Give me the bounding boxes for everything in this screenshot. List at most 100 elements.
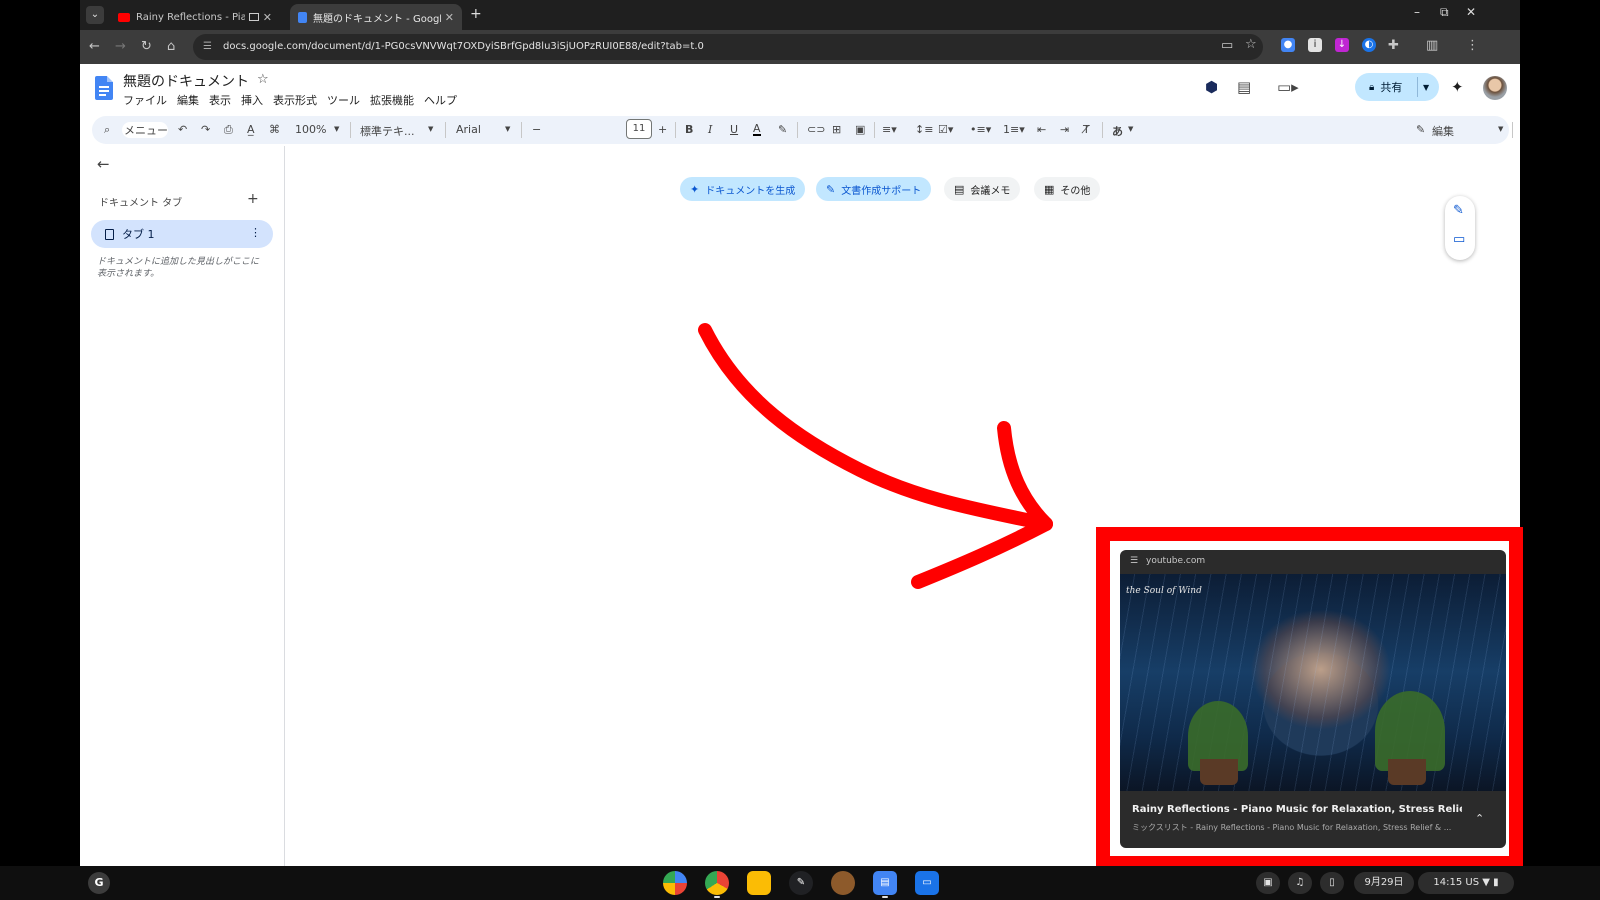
close-window-button[interactable]: ✕	[1466, 5, 1476, 19]
print-icon[interactable]: ⎙	[224, 123, 233, 137]
restore-button[interactable]: ⧉	[1440, 5, 1449, 20]
menu-help[interactable]: ヘルプ	[424, 92, 457, 108]
spellcheck-icon[interactable]: A̲	[247, 123, 255, 136]
highlight-icon[interactable]: ✎	[778, 123, 787, 136]
back-arrow-icon[interactable]: ←	[97, 155, 110, 173]
extension-translate-icon[interactable]: ◐	[1362, 38, 1376, 52]
clear-formatting-icon[interactable]: T̸	[1083, 123, 1090, 136]
date-pill[interactable]: 9月29日	[1354, 872, 1414, 894]
text-color-icon[interactable]: A	[753, 123, 761, 136]
menu-edit[interactable]: 編集	[177, 92, 199, 108]
address-bar[interactable]: ☰ docs.google.com/document/d/1-PG0csVNVW…	[193, 34, 1263, 60]
pen-app-icon[interactable]: ✎	[789, 871, 813, 895]
numbered-list-icon[interactable]: 1≡▾	[1003, 123, 1025, 136]
screen-capture-icon[interactable]: ▣	[1256, 872, 1280, 894]
tab-youtube[interactable]: Rainy Reflections - Piano ✕	[110, 4, 280, 30]
gemini-app-icon[interactable]	[663, 871, 687, 895]
star-icon[interactable]: ☆	[257, 72, 269, 87]
menu-tools[interactable]: ツール	[327, 92, 360, 108]
decrease-font-size-icon[interactable]: −	[532, 123, 541, 136]
insert-image-icon[interactable]: ▣	[855, 123, 865, 136]
add-comment-icon[interactable]: ▭	[1453, 232, 1465, 247]
new-tab-button[interactable]: +	[470, 6, 482, 22]
zoom-select[interactable]: 100%	[295, 123, 326, 136]
input-tools-icon[interactable]: あ	[1112, 123, 1123, 139]
document-title[interactable]: 無題のドキュメント	[123, 71, 249, 91]
minimize-button[interactable]: –	[1414, 5, 1420, 19]
gem-icon[interactable]: ⬢	[1205, 78, 1218, 96]
redo-icon[interactable]: ↷	[201, 123, 210, 136]
expand-chevron-icon[interactable]: ⌃	[1475, 812, 1484, 825]
gemini-icon[interactable]: ✦	[1451, 78, 1464, 96]
align-icon[interactable]: ≡▾	[882, 123, 897, 136]
meet-icon[interactable]: ▭▸	[1277, 78, 1299, 96]
docs-app-icon[interactable]: ▤	[873, 871, 897, 895]
comments-icon[interactable]: ▤	[1237, 78, 1251, 96]
bookmark-star-icon[interactable]: ☆	[1245, 37, 1257, 52]
files-app-icon[interactable]: ▭	[915, 871, 939, 895]
italic-icon[interactable]: I	[708, 123, 712, 136]
menu-extensions[interactable]: 拡張機能	[370, 92, 414, 108]
writing-help-chip[interactable]: ✎ 文書作成サポート	[816, 177, 932, 201]
meeting-notes-chip[interactable]: ▤ 会議メモ	[944, 177, 1021, 201]
add-comment-icon[interactable]: ⊞	[832, 123, 841, 136]
youtube-mini-player[interactable]: ☰ youtube.com the Soul of Wind Rainy Ref…	[1120, 550, 1506, 848]
close-tab-icon[interactable]: ✕	[445, 11, 454, 24]
menu-insert[interactable]: 挿入	[241, 92, 263, 108]
menu-view[interactable]: 表示	[209, 92, 231, 108]
bold-icon[interactable]: B	[685, 123, 693, 136]
bulleted-list-icon[interactable]: •≡▾	[970, 123, 991, 136]
generate-document-chip[interactable]: ✦ ドキュメントを生成	[680, 177, 806, 201]
share-button[interactable]: 🔒︎ 共有 ▼	[1355, 73, 1439, 101]
site-settings-icon[interactable]: ☰	[1130, 550, 1138, 572]
font-size-input[interactable]: 11	[626, 119, 652, 139]
add-tab-icon[interactable]: +	[247, 191, 259, 207]
tab-search-button[interactable]: ⌄	[86, 6, 104, 24]
chrome-menu-icon[interactable]: ⋮	[1466, 38, 1479, 53]
home-icon[interactable]: ⌂	[167, 39, 175, 54]
media-controls-icon[interactable]: ♫	[1288, 872, 1312, 894]
document-tab-item[interactable]: タブ 1 ⋮	[91, 220, 273, 248]
back-icon[interactable]: ←	[89, 39, 100, 54]
status-tray[interactable]: 14:15 US ▼ ▮	[1418, 872, 1514, 894]
underline-icon[interactable]: U	[730, 123, 738, 136]
close-tab-icon[interactable]: ✕	[263, 11, 272, 24]
extension-download-icon[interactable]: ↓	[1335, 38, 1349, 52]
undo-icon[interactable]: ↶	[178, 123, 187, 136]
avatar-app-icon[interactable]	[831, 871, 855, 895]
menu-file[interactable]: ファイル	[123, 92, 167, 108]
editing-mode-select[interactable]: 編集	[1432, 123, 1454, 139]
menu-search-input[interactable]: メニュー	[122, 122, 168, 138]
video-title[interactable]: Rainy Reflections - Piano Music for Rela…	[1132, 804, 1462, 815]
phone-hub-icon[interactable]: ▯	[1320, 872, 1344, 894]
install-app-icon[interactable]: ▭	[1221, 38, 1233, 53]
chevron-down-icon[interactable]: ▼	[1423, 83, 1429, 92]
paint-format-icon[interactable]: ⌘	[269, 123, 280, 136]
video-thumbnail[interactable]: the Soul of Wind	[1120, 574, 1506, 791]
checklist-icon[interactable]: ☑▾	[938, 123, 953, 136]
style-select[interactable]: 標準テキ...	[360, 123, 415, 139]
font-select[interactable]: Arial	[456, 123, 481, 136]
extensions-puzzle-icon[interactable]: ✚	[1388, 38, 1399, 53]
more-chip[interactable]: ▦ その他	[1034, 177, 1101, 201]
reload-icon[interactable]: ↻	[141, 39, 152, 54]
keep-app-icon[interactable]	[747, 871, 771, 895]
reading-mode-icon[interactable]: ▥	[1426, 38, 1438, 53]
increase-font-size-icon[interactable]: +	[658, 123, 667, 136]
site-info-icon[interactable]: ☰	[203, 34, 212, 60]
tab-docs[interactable]: 無題のドキュメント - Google ✕	[290, 4, 462, 30]
chrome-app-icon[interactable]	[705, 871, 729, 895]
more-options-icon[interactable]: ⋮	[250, 226, 261, 239]
extension-shield-icon[interactable]: ●	[1281, 38, 1295, 52]
increase-indent-icon[interactable]: ⇥	[1060, 123, 1069, 136]
forward-icon[interactable]: →	[115, 39, 126, 54]
link-icon[interactable]: ⊂⊃	[807, 123, 825, 136]
extension-info-icon[interactable]: i	[1308, 38, 1322, 52]
avatar[interactable]	[1483, 76, 1507, 100]
menu-format[interactable]: 表示形式	[273, 92, 317, 108]
search-icon[interactable]: ⌕	[104, 123, 110, 137]
launcher-button[interactable]: G	[88, 872, 110, 894]
docs-logo-icon[interactable]	[95, 76, 113, 100]
decrease-indent-icon[interactable]: ⇤	[1037, 123, 1046, 136]
line-spacing-icon[interactable]: ↕≡	[915, 123, 933, 136]
